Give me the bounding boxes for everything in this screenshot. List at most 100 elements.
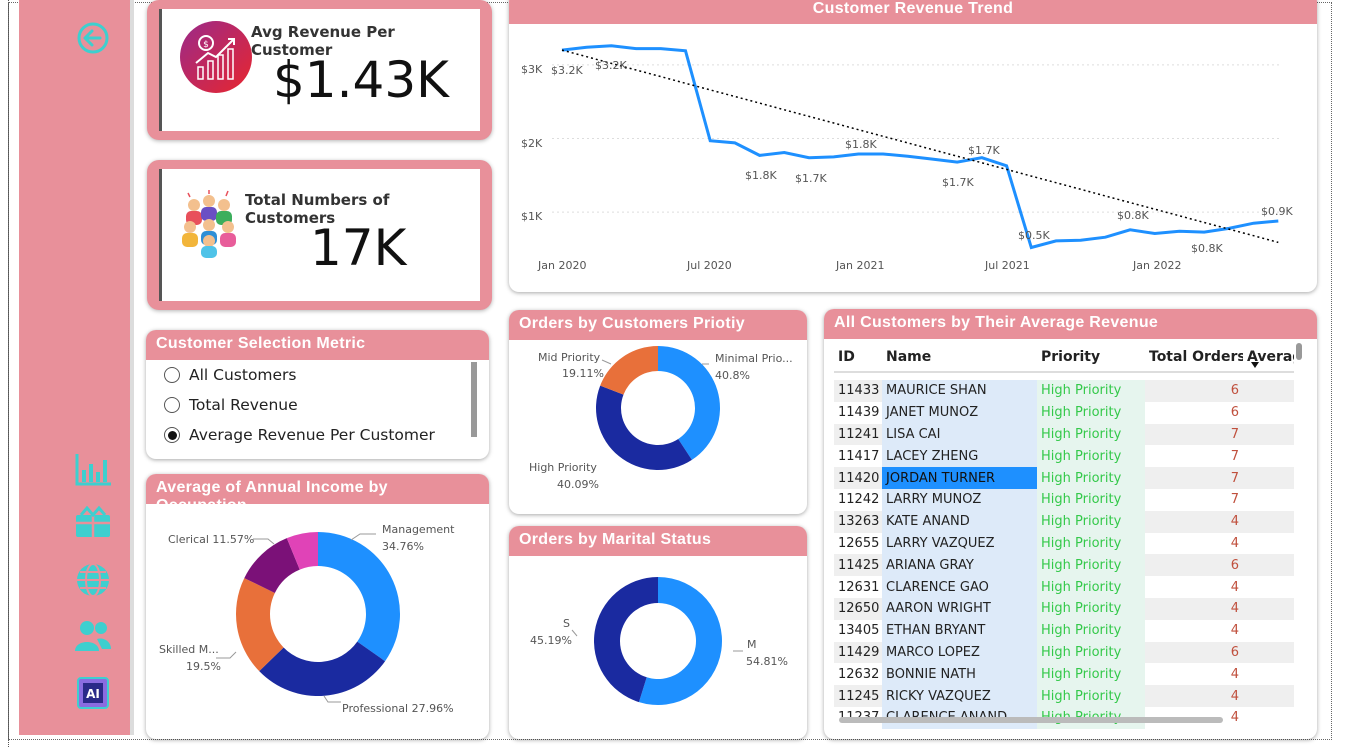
cell-id[interactable]: 12655 — [834, 533, 882, 555]
column-header-id[interactable]: ID — [834, 342, 882, 373]
radio-total-revenue[interactable]: Total Revenue — [164, 396, 298, 414]
radio-button[interactable] — [164, 397, 180, 413]
cell-priority[interactable]: High Priority — [1037, 597, 1145, 620]
cell-id[interactable]: 11417 — [834, 445, 882, 467]
cell-id[interactable]: 11241 — [834, 423, 882, 446]
cell-id[interactable]: 11439 — [834, 402, 882, 424]
table-row[interactable]: 11433 MAURICE SHAN High Priority 6 — [834, 380, 1294, 402]
cell-name[interactable]: CLARENCE GAO — [882, 576, 1037, 598]
table-row[interactable]: 13263 KATE ANAND High Priority 4 — [834, 510, 1294, 533]
cell-total-orders[interactable]: 4 — [1145, 597, 1243, 620]
cell-average[interactable] — [1243, 641, 1294, 664]
horizontal-scrollbar-thumb[interactable] — [839, 717, 1223, 723]
cell-total-orders[interactable]: 7 — [1145, 489, 1243, 511]
cell-name[interactable]: BONNIE NATH — [882, 663, 1037, 686]
cell-id[interactable]: 13263 — [834, 510, 882, 533]
cell-average[interactable] — [1243, 533, 1294, 555]
cell-total-orders[interactable]: 4 — [1145, 620, 1243, 642]
cell-id[interactable]: 11245 — [834, 685, 882, 707]
cell-id[interactable]: 11242 — [834, 489, 882, 511]
cell-average[interactable] — [1243, 510, 1294, 533]
sort-descending-icon[interactable] — [1250, 361, 1260, 369]
cell-name[interactable]: AARON WRIGHT — [882, 597, 1037, 620]
cell-id[interactable]: 11420 — [834, 467, 882, 489]
radio-average-revenue[interactable]: Average Revenue Per Customer — [164, 426, 435, 444]
cell-priority[interactable]: High Priority — [1037, 488, 1145, 511]
cell-name[interactable]: MARCO LOPEZ — [882, 641, 1037, 664]
column-header-name[interactable]: Name — [882, 342, 1037, 373]
cell-priority[interactable]: High Priority — [1037, 467, 1145, 489]
globe-icon[interactable] — [73, 560, 113, 600]
cell-total-orders[interactable]: 4 — [1145, 685, 1243, 707]
cell-priority[interactable]: High Priority — [1037, 532, 1145, 555]
table-row[interactable]: 11425 ARIANA GRAY High Priority 6 — [834, 554, 1294, 577]
cell-name[interactable]: ETHAN BRYANT — [882, 619, 1037, 642]
ai-chip-icon[interactable]: AI — [73, 673, 113, 713]
cell-average[interactable] — [1243, 380, 1294, 402]
cell-average[interactable] — [1243, 423, 1294, 446]
bar-chart-icon[interactable] — [73, 450, 113, 490]
cell-name[interactable]: LACEY ZHENG — [882, 445, 1037, 468]
cell-priority[interactable]: High Priority — [1037, 619, 1145, 642]
cell-average[interactable] — [1243, 467, 1294, 489]
scrollbar-thumb[interactable] — [471, 362, 477, 437]
cell-id[interactable]: 12631 — [834, 576, 882, 598]
cell-priority[interactable]: High Priority — [1037, 380, 1145, 402]
table-row[interactable]: 11429 MARCO LOPEZ High Priority 6 — [834, 641, 1294, 664]
table-row[interactable]: 12655 LARRY VAZQUEZ High Priority 4 — [834, 532, 1294, 555]
table-row[interactable]: 11241 LISA CAI High Priority 7 — [834, 423, 1294, 446]
cell-priority[interactable]: High Priority — [1037, 685, 1145, 707]
cell-total-orders[interactable]: 6 — [1145, 402, 1243, 424]
table-row[interactable]: 13405 ETHAN BRYANT High Priority 4 — [834, 619, 1294, 642]
cell-total-orders[interactable]: 4 — [1145, 663, 1243, 685]
column-header-priority[interactable]: Priority — [1037, 342, 1145, 373]
cell-total-orders[interactable]: 4 — [1145, 576, 1243, 598]
cell-average[interactable] — [1243, 489, 1294, 511]
cell-name[interactable]: KATE ANAND — [882, 510, 1037, 533]
cell-name[interactable]: JORDAN TURNER — [882, 467, 1037, 489]
cell-average[interactable] — [1243, 576, 1294, 598]
radio-button[interactable] — [164, 367, 180, 383]
cell-total-orders[interactable]: 6 — [1145, 641, 1243, 664]
cell-priority[interactable]: High Priority — [1037, 663, 1145, 686]
radio-button-selected[interactable] — [164, 427, 180, 443]
table-row[interactable]: 11420 JORDAN TURNER High Priority 7 — [834, 467, 1294, 489]
cell-name[interactable]: LISA CAI — [882, 423, 1037, 446]
cell-average[interactable] — [1243, 685, 1294, 707]
table-row[interactable]: 11417 LACEY ZHENG High Priority 7 — [834, 445, 1294, 468]
cell-name[interactable]: LARRY MUNOZ — [882, 488, 1037, 511]
table-row[interactable]: 11439 JANET MUNOZ High Priority 6 — [834, 401, 1294, 424]
cell-average[interactable] — [1243, 445, 1294, 467]
radio-all-customers[interactable]: All Customers — [164, 366, 297, 384]
back-arrow-icon[interactable] — [73, 18, 113, 58]
cell-average[interactable] — [1243, 402, 1294, 424]
vertical-scrollbar-thumb[interactable] — [1296, 343, 1302, 360]
cell-total-orders[interactable]: 7 — [1145, 445, 1243, 467]
cell-priority[interactable]: High Priority — [1037, 641, 1145, 664]
cell-total-orders[interactable]: 7 — [1145, 467, 1243, 489]
cell-id[interactable]: 12650 — [834, 597, 882, 620]
cell-priority[interactable]: High Priority — [1037, 576, 1145, 598]
table-row[interactable]: 12631 CLARENCE GAO High Priority 4 — [834, 576, 1294, 598]
cell-id[interactable]: 13405 — [834, 620, 882, 642]
cell-priority[interactable]: High Priority — [1037, 510, 1145, 533]
cell-average[interactable] — [1243, 597, 1294, 620]
cell-total-orders[interactable]: 6 — [1145, 380, 1243, 402]
cell-name[interactable]: ARIANA GRAY — [882, 554, 1037, 577]
table-row[interactable]: 12632 BONNIE NATH High Priority 4 — [834, 663, 1294, 686]
table-row[interactable]: 11245 RICKY VAZQUEZ High Priority 4 — [834, 685, 1294, 707]
cell-total-orders[interactable]: 7 — [1145, 423, 1243, 446]
cell-total-orders[interactable]: 6 — [1145, 554, 1243, 577]
table-row[interactable]: 12650 AARON WRIGHT High Priority 4 — [834, 597, 1294, 620]
cell-priority[interactable]: High Priority — [1037, 445, 1145, 468]
cell-priority[interactable]: High Priority — [1037, 423, 1145, 446]
cell-average[interactable] — [1243, 663, 1294, 685]
cell-average[interactable] — [1243, 620, 1294, 642]
cell-id[interactable]: 12632 — [834, 663, 882, 685]
cell-name[interactable]: RICKY VAZQUEZ — [882, 685, 1037, 707]
cell-id[interactable]: 11425 — [834, 554, 882, 577]
cell-priority[interactable]: High Priority — [1037, 401, 1145, 424]
cell-name[interactable]: MAURICE SHAN — [882, 380, 1037, 402]
cell-id[interactable]: 11429 — [834, 641, 882, 664]
table-row[interactable]: 11242 LARRY MUNOZ High Priority 7 — [834, 488, 1294, 511]
